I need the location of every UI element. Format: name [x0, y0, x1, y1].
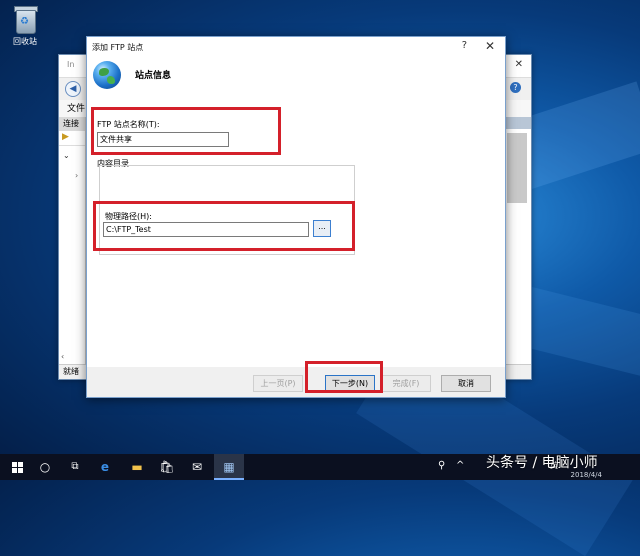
start-button[interactable] — [2, 454, 32, 480]
desktop-recycle-bin[interactable]: ♻ 回收站 — [6, 4, 44, 47]
windows-logo-icon — [11, 462, 23, 473]
actions-header — [505, 117, 531, 129]
tree-expander-icon[interactable]: ⌄ — [63, 151, 70, 160]
dialog-title: 添加 FTP 站点 — [92, 43, 144, 52]
finish-button[interactable]: 完成(F) — [381, 375, 431, 392]
recycle-bin-label: 回收站 — [13, 37, 37, 46]
cancel-button[interactable]: 取消 — [441, 375, 491, 392]
clock-date[interactable]: 2018/4/4 — [571, 471, 602, 479]
search-circle-icon[interactable]: ○ — [30, 454, 60, 480]
mail-icon[interactable]: ✉ — [182, 454, 212, 480]
store-icon[interactable]: 🛍 — [152, 454, 182, 480]
close-button[interactable]: ✕ — [485, 39, 495, 53]
page-title: 站点信息 — [135, 71, 172, 81]
scroll-left-icon[interactable]: ‹ — [61, 352, 64, 361]
watermark: 头条号 / 电脑小师 — [486, 455, 598, 471]
dialog-header: 站点信息 — [87, 57, 505, 96]
task-view-icon[interactable]: ⧉ — [60, 454, 90, 480]
highlight-box — [93, 201, 355, 251]
status-text: 就绪 — [63, 367, 79, 376]
connections-header: 连接 — [59, 117, 85, 131]
help-button[interactable]: ? — [462, 40, 467, 51]
previous-button[interactable]: 上一页(P) — [253, 375, 303, 392]
iis-title: In — [67, 60, 75, 69]
dialog-footer: 上一页(P) 下一步(N) 完成(F) 取消 — [87, 361, 505, 397]
highlight-box — [91, 107, 281, 155]
back-arrow-icon[interactable]: ◀ — [65, 81, 81, 97]
iis-icon[interactable]: ▦ — [214, 454, 244, 480]
dialog-titlebar: 添加 FTP 站点 ? ✕ — [87, 37, 505, 57]
actions-pane — [504, 117, 531, 365]
chevron-up-icon[interactable]: ^ — [456, 460, 464, 471]
recycle-bin-icon: ♻ — [12, 4, 38, 34]
connections-toolbar: ▶ — [59, 131, 85, 146]
actions-panel — [507, 133, 527, 203]
connections-pane: 连接 ▶ ⌄ › ‹ — [59, 117, 86, 365]
tree-expander-icon[interactable]: › — [75, 171, 78, 180]
people-icon[interactable]: ⚲ — [438, 460, 445, 471]
menu-file[interactable]: 文件 — [67, 104, 85, 114]
connect-icon[interactable]: ▶ — [62, 132, 69, 142]
dialog-body: FTP 站点名称(T): 文件共享 内容目录 物理路径(H): C:\FTP_T… — [87, 95, 505, 367]
file-explorer-icon[interactable]: ▬ — [122, 454, 152, 480]
help-icon[interactable]: ? — [510, 82, 521, 93]
iis-close-icon[interactable]: ✕ — [515, 59, 523, 70]
globe-icon — [93, 61, 121, 89]
highlight-box — [305, 361, 383, 393]
edge-icon[interactable]: e — [90, 454, 120, 480]
add-ftp-site-dialog: 添加 FTP 站点 ? ✕ 站点信息 FTP 站点名称(T): 文件共享 内容目… — [86, 36, 506, 398]
